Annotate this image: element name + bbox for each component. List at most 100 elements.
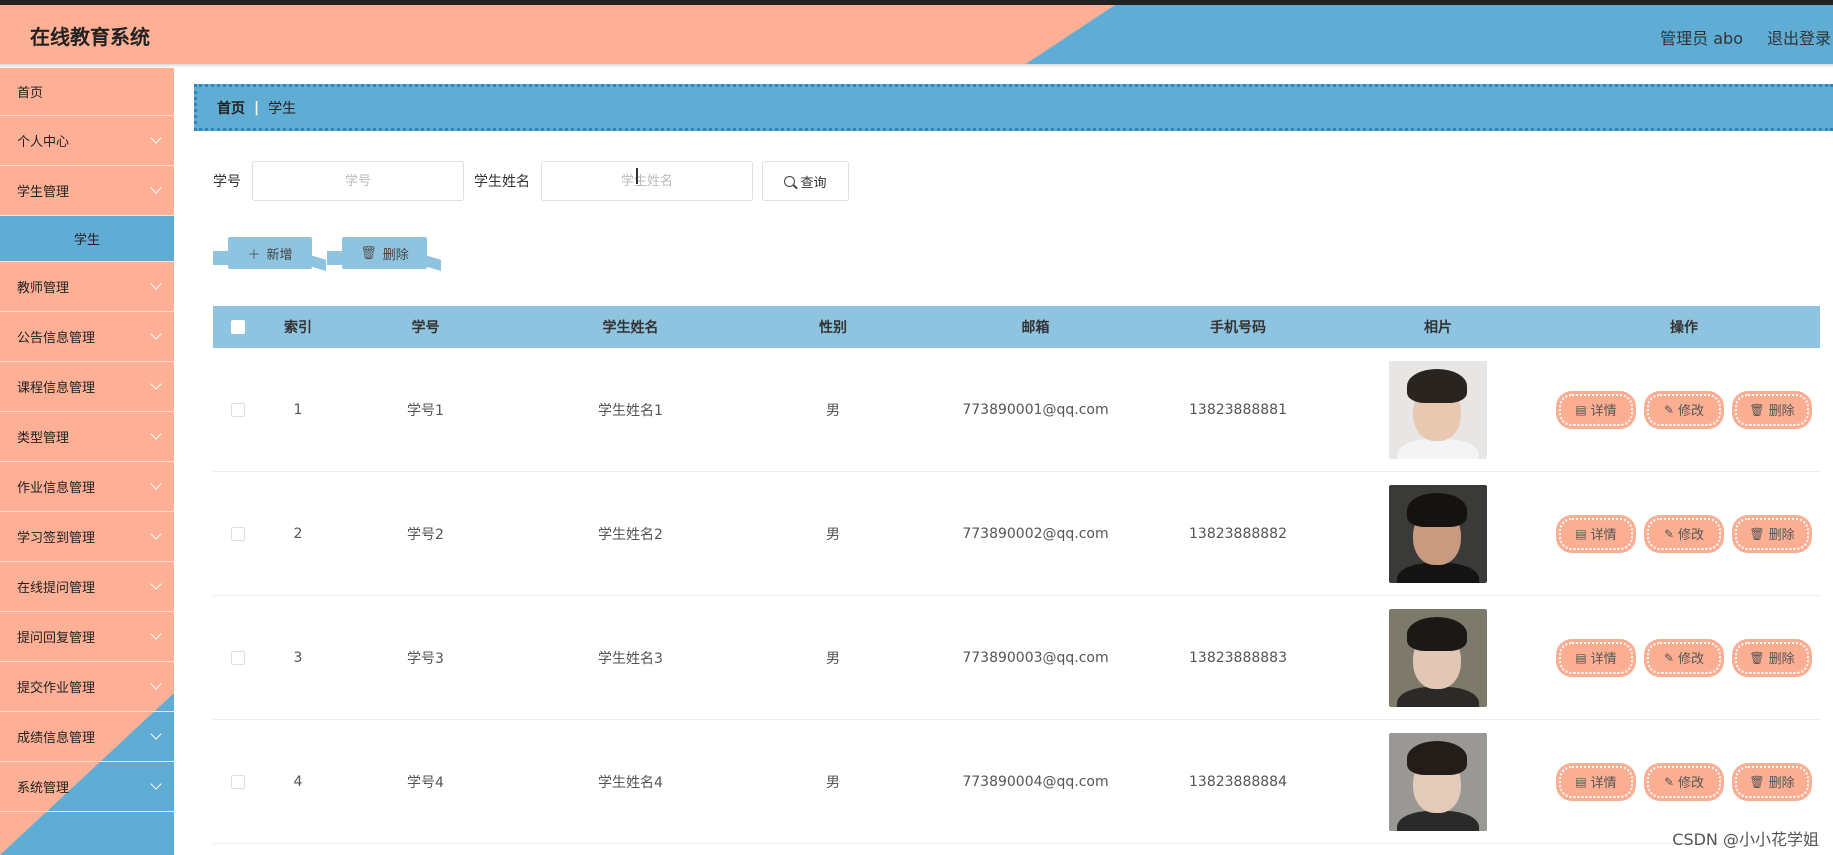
cell-student-name: 学生姓名3 <box>598 650 663 667</box>
chevron-down-icon <box>150 378 162 390</box>
header-index: 索引 <box>284 320 312 336</box>
header-operations: 操作 <box>1670 320 1698 336</box>
sidebar-item-personal-center[interactable]: 个人中心 <box>0 116 174 166</box>
sidebar-item-label: 作业信息管理 <box>17 481 96 496</box>
row-checkbox[interactable] <box>231 402 245 417</box>
row-select-cell <box>213 774 263 789</box>
cell-sex: 男 <box>826 774 840 791</box>
sidebar-item-label: 学生 <box>73 233 100 248</box>
table-row: 1 学号1 学生姓名1 男 773890001@qq.com 138238888… <box>213 348 1820 472</box>
trash-icon: 🗑 <box>1749 402 1765 417</box>
sidebar-item-label: 提问回复管理 <box>17 631 96 646</box>
sidebar-item-label: 学生管理 <box>17 185 70 200</box>
detail-button[interactable]: ▤ 详情 <box>1558 764 1634 799</box>
delete-button[interactable]: 🗑 删除 <box>1734 516 1810 551</box>
edit-button[interactable]: ✎ 修改 <box>1646 640 1722 675</box>
pencil-icon: ✎ <box>1663 774 1675 789</box>
student-photo <box>1389 732 1487 831</box>
admin-user-label: 管理员 abo <box>1660 29 1743 48</box>
sidebar-item-student-management[interactable]: 学生管理 <box>0 166 174 216</box>
sidebar-item-course-management[interactable]: 课程信息管理 <box>0 362 174 412</box>
student-name-input[interactable] <box>541 161 753 201</box>
edit-button[interactable]: ✎ 修改 <box>1646 516 1722 551</box>
chevron-down-icon <box>150 678 162 690</box>
sidebar-item-homework-management[interactable]: 作业信息管理 <box>0 462 174 512</box>
photo-hair <box>1407 368 1467 403</box>
table-row: 2 学号2 学生姓名2 男 773890002@qq.com 138238888… <box>213 472 1820 596</box>
ribbon-tail <box>213 251 229 265</box>
chevron-down-icon <box>150 578 162 590</box>
photo-cell <box>1328 360 1548 459</box>
detail-button[interactable]: ▤ 详情 <box>1558 392 1634 427</box>
cell-email: 773890003@qq.com <box>962 649 1109 666</box>
sidebar-item-home[interactable]: 首页 <box>0 68 174 116</box>
edit-button[interactable]: ✎ 修改 <box>1646 764 1722 799</box>
student-name-label: 学生姓名 <box>474 174 530 190</box>
app-title: 在线教育系统 <box>30 25 150 49</box>
select-all-checkbox[interactable] <box>231 320 245 334</box>
table-row: 3 学号3 学生姓名3 男 773890003@qq.com 138238888… <box>213 596 1820 720</box>
chevron-down-icon <box>150 182 162 194</box>
header-email: 邮箱 <box>1021 320 1050 336</box>
chevron-down-icon <box>150 328 162 340</box>
cell-phone: 13823888883 <box>1189 649 1287 666</box>
text-cursor <box>636 168 638 184</box>
operations-cell: ▤ 详情 ✎ 修改 🗑 删除 <box>1548 392 1820 427</box>
sidebar-item-label: 公告信息管理 <box>17 331 96 346</box>
query-button[interactable]: 查询 <box>762 161 849 201</box>
chevron-down-icon <box>150 278 162 290</box>
edit-button[interactable]: ✎ 修改 <box>1646 392 1722 427</box>
breadcrumb-separator: | <box>254 99 260 116</box>
sidebar-item-system-management[interactable]: 系统管理 <box>0 762 174 812</box>
row-checkbox[interactable] <box>231 526 245 541</box>
sidebar-item-notice-management[interactable]: 公告信息管理 <box>0 312 174 362</box>
delete-button[interactable]: 🗑 删除 <box>1734 640 1810 675</box>
sidebar-item-checkin-management[interactable]: 学习签到管理 <box>0 512 174 562</box>
sidebar-item-label: 首页 <box>17 86 44 101</box>
header-phone: 手机号码 <box>1210 320 1266 336</box>
chevron-down-icon <box>150 478 162 490</box>
detail-button[interactable]: ▤ 详情 <box>1558 640 1634 675</box>
breadcrumb-home[interactable]: 首页 <box>217 98 245 118</box>
sidebar-item-type-management[interactable]: 类型管理 <box>0 412 174 462</box>
row-checkbox[interactable] <box>231 650 245 665</box>
add-button[interactable]: ＋ 新增 <box>228 237 312 269</box>
cell-sex: 男 <box>826 650 840 667</box>
sidebar-item-grade-management[interactable]: 成绩信息管理 <box>0 712 174 762</box>
detail-button-label: 详情 <box>1590 652 1617 667</box>
photo-body <box>1397 686 1479 707</box>
detail-button-label: 详情 <box>1590 776 1617 791</box>
logout-link[interactable]: 退出登录 <box>1767 25 1831 49</box>
sidebar-item-reply-management[interactable]: 提问回复管理 <box>0 612 174 662</box>
cell-sex: 男 <box>826 526 840 543</box>
row-checkbox[interactable] <box>231 774 245 789</box>
photo-cell <box>1328 732 1548 831</box>
batch-delete-button[interactable]: 🗑 删除 <box>342 237 427 269</box>
cell-email: 773890004@qq.com <box>962 773 1109 790</box>
detail-button[interactable]: ▤ 详情 <box>1558 516 1634 551</box>
detail-button-label: 详情 <box>1590 404 1617 419</box>
chevron-down-icon <box>150 628 162 640</box>
sidebar-subitem-student[interactable]: 学生 <box>0 216 174 262</box>
sidebar-item-submission-management[interactable]: 提交作业管理 <box>0 662 174 712</box>
sidebar-item-question-management[interactable]: 在线提问管理 <box>0 562 174 612</box>
chevron-down-icon <box>150 728 162 740</box>
trash-icon: 🗑 <box>1749 526 1765 541</box>
delete-button-label: 删除 <box>1768 652 1795 667</box>
photo-hair <box>1407 616 1467 651</box>
sidebar-item-label: 个人中心 <box>17 135 70 150</box>
ribbon-tail <box>425 255 441 271</box>
operations-cell: ▤ 详情 ✎ 修改 🗑 删除 <box>1548 516 1820 551</box>
query-button-label: 查询 <box>800 175 827 191</box>
app-header: 在线教育系统 管理员 abo 退出登录 <box>0 5 1833 64</box>
ribbon-tail <box>327 251 343 265</box>
delete-button[interactable]: 🗑 删除 <box>1734 392 1810 427</box>
sidebar-item-teacher-management[interactable]: 教师管理 <box>0 262 174 312</box>
photo-body <box>1397 810 1479 831</box>
plus-icon: ＋ <box>247 247 261 263</box>
delete-button[interactable]: 🗑 删除 <box>1734 764 1810 799</box>
cell-email: 773890001@qq.com <box>962 401 1109 418</box>
detail-button-label: 详情 <box>1590 528 1617 543</box>
cell-index: 3 <box>293 649 303 666</box>
student-no-input[interactable] <box>252 161 464 201</box>
